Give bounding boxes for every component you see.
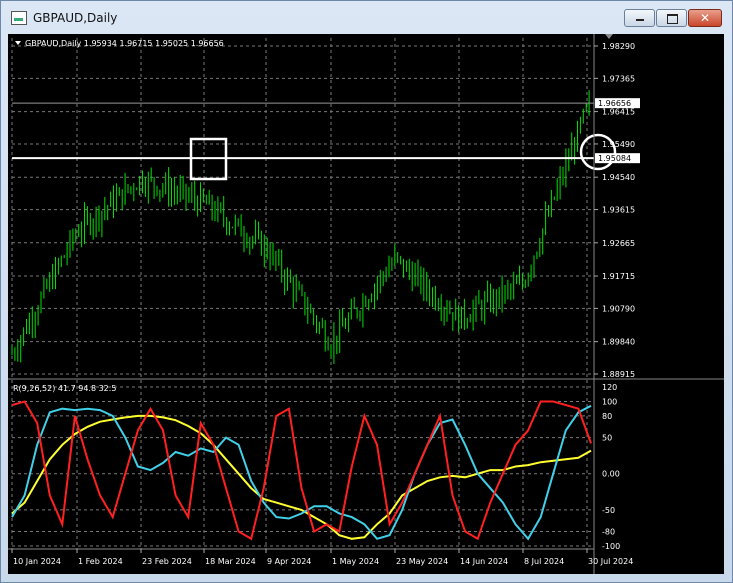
- date-tick-label: 14 Jun 2024: [460, 557, 508, 566]
- price-tick-label: 1.93615: [602, 206, 635, 215]
- price-tick-label: 1.90790: [602, 304, 635, 313]
- price-tick-label: 1.94540: [602, 173, 635, 182]
- indicator-tick-label: -80: [602, 528, 615, 537]
- price-tick-label: 1.89840: [602, 338, 635, 347]
- maximize-button[interactable]: [656, 9, 687, 27]
- minimize-button[interactable]: [624, 9, 655, 27]
- price-tick-label: 1.88915: [602, 370, 635, 379]
- date-tick-label: 8 Jul 2024: [524, 557, 564, 566]
- current-price-label: 1.96656: [598, 99, 631, 108]
- chart-area[interactable]: GBPAUD,Daily 1.95934 1.96715 1.95025 1.9…: [8, 34, 724, 574]
- indicator-tick-label: -100: [602, 542, 620, 551]
- date-tick-label: 1 May 2024: [332, 557, 379, 566]
- indicator-tick-label: 100: [602, 397, 617, 406]
- hline-price-label: 1.95084: [598, 154, 631, 163]
- indicator-label: R(9,26,52) 41.7 94.8 32.5: [13, 384, 116, 393]
- price-tick-label: 1.96415: [602, 108, 635, 117]
- title-bar[interactable]: GBPAUD,Daily ✕: [1, 1, 732, 35]
- indicator-tick-label: -50: [602, 506, 615, 515]
- price-tick-label: 1.95490: [602, 140, 635, 149]
- close-icon: ✕: [699, 11, 711, 25]
- date-tick-label: 1 Feb 2024: [78, 557, 123, 566]
- current-price-tag: 1.96656: [595, 98, 640, 109]
- indicator-tick-label: 50: [602, 434, 612, 443]
- price-tick-label: 1.97365: [602, 74, 635, 83]
- indicator-tick-label: 80: [602, 412, 612, 421]
- chart-window-icon: [11, 11, 27, 25]
- date-tick-label: 18 Mar 2024: [205, 557, 256, 566]
- indicator-tick-label: 120: [602, 383, 617, 392]
- date-tick-label: 23 May 2024: [396, 557, 448, 566]
- price-tick-label: 1.98290: [602, 42, 635, 51]
- price-tick-label: 1.91715: [602, 272, 635, 281]
- indicator-tick-label: 0.00: [602, 470, 620, 479]
- date-tick-label: 10 Jan 2024: [13, 557, 61, 566]
- chart-info-text: GBPAUD,Daily 1.95934 1.96715 1.95025 1.9…: [25, 39, 224, 48]
- window-title: GBPAUD,Daily: [33, 11, 118, 25]
- date-tick-label: 30 Jul 2024: [588, 557, 633, 566]
- date-tick-label: 23 Feb 2024: [142, 557, 192, 566]
- date-tick-label: 9 Apr 2024: [267, 557, 311, 566]
- close-button[interactable]: ✕: [688, 9, 722, 27]
- price-tick-label: 1.92665: [602, 239, 635, 248]
- hline-price-tag: 1.95084: [595, 153, 640, 164]
